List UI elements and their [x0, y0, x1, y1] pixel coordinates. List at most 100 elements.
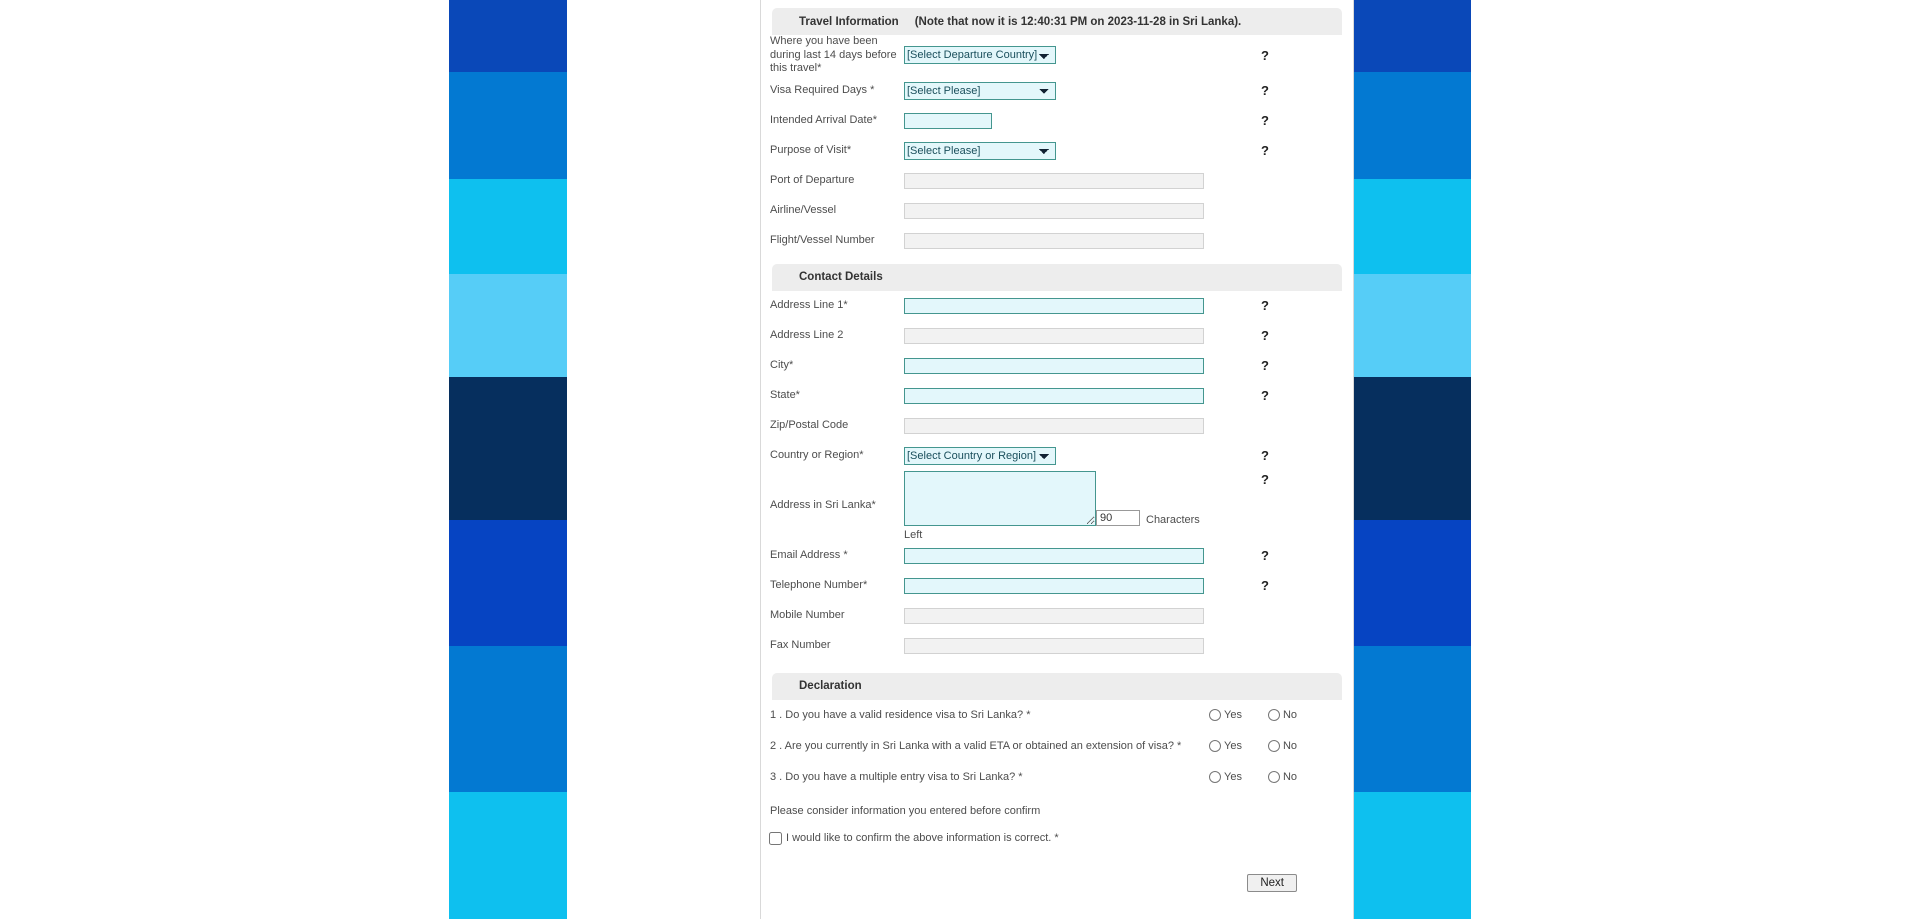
purpose-of-visit-select[interactable]: [Select Please] — [904, 141, 1056, 160]
fax-number-label: Fax Number — [770, 638, 831, 651]
state-help-icon[interactable]: ? — [1261, 389, 1269, 402]
confirm-information-label: I would like to confirm the above inform… — [786, 832, 1059, 845]
address-line-2-row: Address Line 2? — [761, 321, 1353, 351]
mobile-number-row: Mobile Number — [761, 601, 1353, 631]
declaration-section-header: Declaration — [772, 672, 1342, 700]
color-band-3 — [449, 274, 567, 377]
intended-arrival-date-field — [904, 112, 992, 129]
telephone-number-label: Telephone Number* — [770, 578, 868, 591]
email-address-help-icon[interactable]: ? — [1261, 549, 1269, 562]
consider-note: Please consider information you entered … — [770, 804, 1041, 817]
flight-vessel-number-label: Flight/Vessel Number — [770, 233, 875, 246]
declaration-q1-yes-option[interactable]: Yes — [1209, 709, 1242, 722]
confirm-information-checkbox[interactable] — [769, 831, 782, 845]
flight-vessel-number-field — [904, 232, 1204, 249]
address-in-sri-lanka-label: Address in Sri Lanka* — [770, 498, 876, 511]
state-label: State* — [770, 388, 800, 401]
declaration-q2-yes-option[interactable]: Yes — [1209, 740, 1242, 753]
color-band-5 — [1353, 520, 1471, 646]
flight-vessel-number-input[interactable] — [904, 232, 1204, 249]
declaration-q1-yes-radio[interactable] — [1209, 709, 1221, 722]
visa-required-days-row: Visa Required Days * [Select Please]? — [761, 76, 1353, 106]
state-input[interactable] — [904, 387, 1204, 404]
departure-country-label: Where you have been during last 14 days … — [770, 35, 897, 75]
city-field — [904, 357, 1204, 374]
declaration-q3-no-option[interactable]: No — [1267, 771, 1297, 784]
country-or-region-help-icon[interactable]: ? — [1261, 449, 1269, 462]
city-input[interactable] — [904, 357, 1204, 374]
confirm-checkbox-row[interactable]: I would like to confirm the above inform… — [761, 831, 1353, 845]
color-band-4 — [449, 377, 567, 520]
state-field — [904, 387, 1204, 404]
intended-arrival-date-help-icon[interactable]: ? — [1261, 114, 1269, 127]
declaration-q2-no-option[interactable]: No — [1267, 740, 1297, 753]
characters-left-label: Left — [904, 528, 923, 541]
declaration-question-3-radio-group: Yes No — [1209, 771, 1297, 784]
zip-postal-code-input[interactable] — [904, 417, 1204, 434]
mobile-number-label: Mobile Number — [770, 608, 845, 621]
email-address-label: Email Address * — [770, 548, 848, 561]
mobile-number-input[interactable] — [904, 607, 1204, 624]
color-band-0 — [449, 0, 567, 72]
declaration-q1-no-option[interactable]: No — [1267, 709, 1298, 722]
address-in-sri-lanka-textarea[interactable] — [904, 470, 1096, 526]
address-line-1-row: Address Line 1*? — [761, 291, 1353, 321]
purpose-of-visit-row: Purpose of Visit* [Select Please]? — [761, 136, 1353, 166]
departure-country-select[interactable]: [Select Departure Country] — [904, 46, 1056, 65]
purpose-of-visit-help-icon[interactable]: ? — [1261, 144, 1269, 157]
intended-arrival-date-row: Intended Arrival Date*? — [761, 106, 1353, 136]
country-or-region-row: Country or Region* [Select Country or Reg… — [761, 441, 1353, 471]
color-band-6 — [1353, 646, 1471, 792]
characters-label: Characters — [1146, 513, 1200, 526]
declaration-q1-no-radio[interactable] — [1267, 709, 1280, 722]
color-band-3 — [1353, 274, 1471, 377]
fax-number-input[interactable] — [904, 637, 1204, 654]
next-button[interactable]: Next — [1247, 873, 1297, 892]
declaration-q2-yes-label: Yes — [1224, 740, 1242, 753]
city-row: City*? — [761, 351, 1353, 381]
telephone-number-help-icon[interactable]: ? — [1261, 579, 1269, 592]
zip-postal-code-field — [904, 417, 1204, 434]
declaration-q3-yes-option[interactable]: Yes — [1209, 771, 1242, 784]
email-address-row: Email Address *? — [761, 541, 1353, 571]
declaration-q3-yes-radio[interactable] — [1209, 771, 1221, 784]
airline-vessel-input[interactable] — [904, 202, 1204, 219]
form-content-column: Travel Information (Note that now it is … — [761, 0, 1353, 919]
country-or-region-field: [Select Country or Region] — [904, 446, 1056, 465]
color-band-1 — [449, 72, 567, 179]
address-line-1-help-icon[interactable]: ? — [1261, 299, 1269, 312]
address-line-2-help-icon[interactable]: ? — [1261, 329, 1269, 342]
travel-information-section-header: Travel Information (Note that now it is … — [772, 8, 1342, 35]
visa-required-days-select[interactable]: [Select Please] — [904, 81, 1056, 100]
port-of-departure-input[interactable] — [904, 172, 1204, 189]
address-in-sri-lanka-help-icon[interactable]: ? — [1261, 473, 1269, 486]
city-help-icon[interactable]: ? — [1261, 359, 1269, 372]
content-frame-right-border — [1353, 0, 1354, 919]
purpose-of-visit-label: Purpose of Visit* — [770, 143, 852, 156]
telephone-number-input[interactable] — [904, 577, 1204, 594]
port-of-departure-field — [904, 172, 1204, 189]
telephone-number-row: Telephone Number*? — [761, 571, 1353, 601]
declaration-question-2: 2 . Are you currently in Sri Lanka with … — [761, 731, 1353, 762]
fax-number-row: Fax Number — [761, 631, 1353, 661]
email-address-input[interactable] — [904, 547, 1204, 564]
declaration-q3-no-radio[interactable] — [1267, 771, 1280, 784]
address-line-2-input[interactable] — [904, 327, 1204, 344]
visa-required-days-help-icon[interactable]: ? — [1261, 84, 1269, 97]
intended-arrival-date-input[interactable] — [904, 112, 992, 129]
country-or-region-select[interactable]: [Select Country or Region] — [904, 446, 1056, 465]
address-line-1-label: Address Line 1* — [770, 298, 848, 311]
port-of-departure-row: Port of Departure — [761, 166, 1353, 196]
departure-country-help-icon[interactable]: ? — [1261, 49, 1269, 62]
purpose-of-visit-field: [Select Please] — [904, 141, 1056, 160]
declaration-q1-yes-label: Yes — [1224, 709, 1242, 722]
address-line-1-input[interactable] — [904, 297, 1204, 314]
travel-information-note: (Note that now it is 12:40:31 PM on 2023… — [914, 15, 1242, 28]
declaration-q1-no-label: No — [1282, 709, 1298, 722]
declaration-q2-no-radio[interactable] — [1267, 740, 1280, 753]
declaration-q2-yes-radio[interactable] — [1209, 740, 1221, 753]
country-or-region-label: Country or Region* — [770, 448, 864, 461]
address-line-2-field — [904, 327, 1204, 344]
departure-country-row: Where you have been during last 14 days … — [761, 35, 1353, 76]
departure-country-field: [Select Departure Country] — [904, 46, 1056, 65]
